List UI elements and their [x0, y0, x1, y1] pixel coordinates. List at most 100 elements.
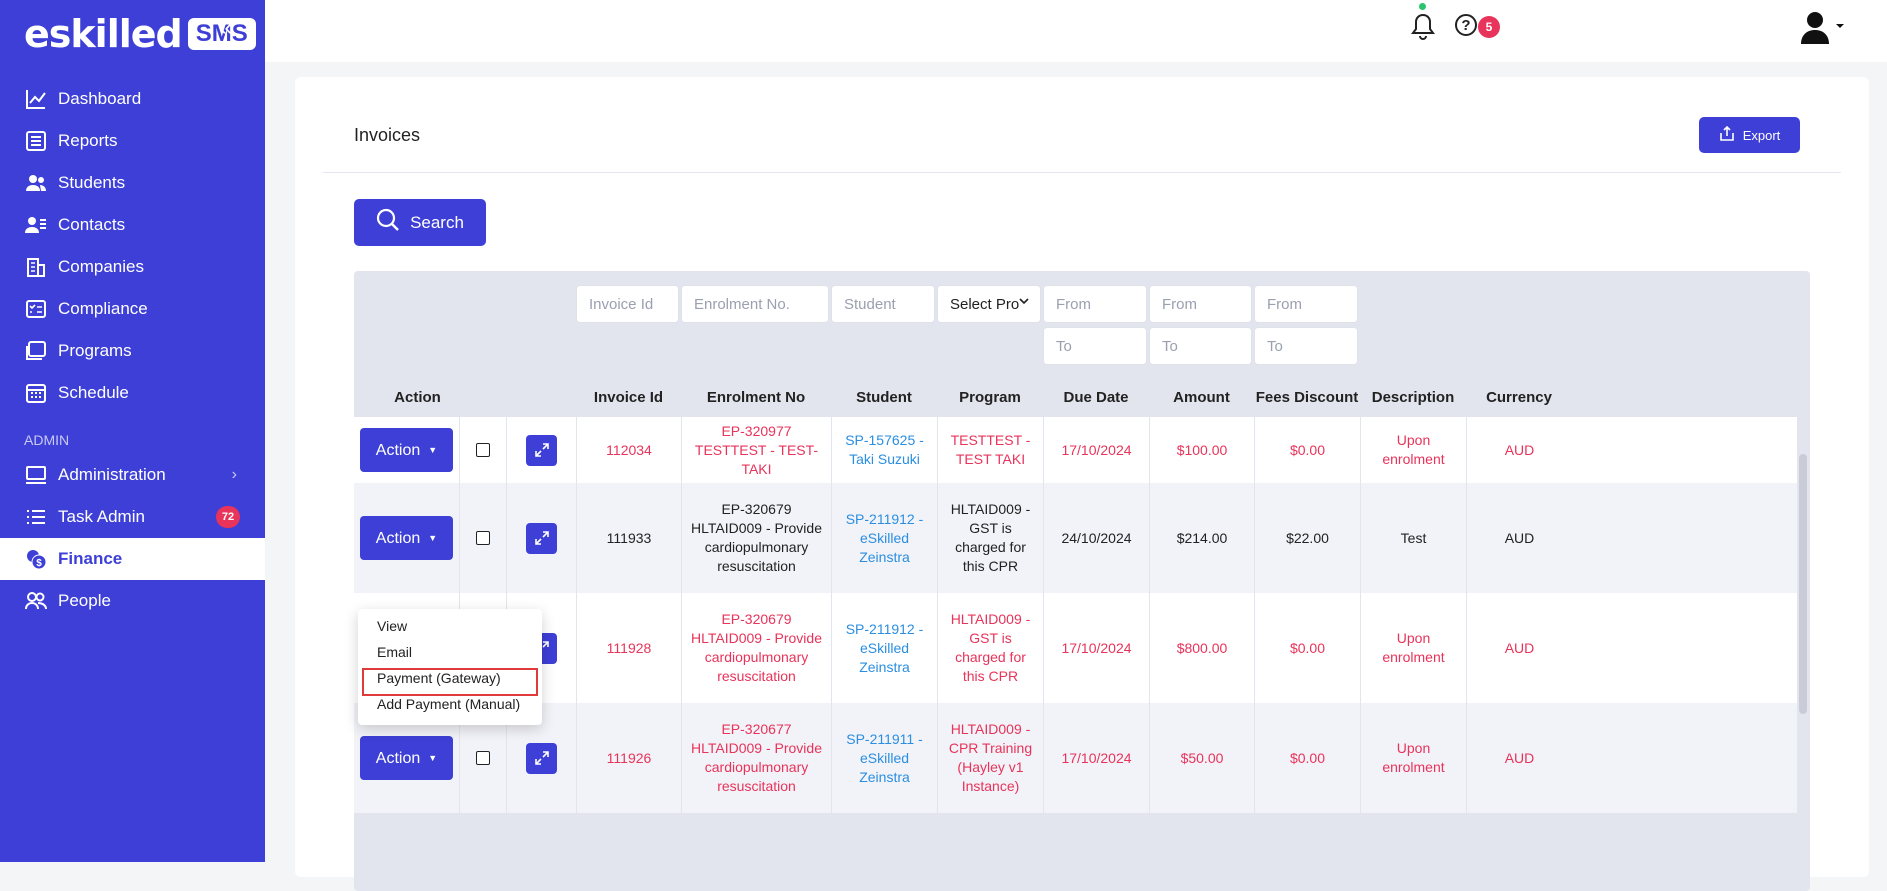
column-header-amount[interactable]: Amount [1149, 389, 1254, 406]
column-header-program[interactable]: Program [937, 389, 1043, 406]
bell-icon[interactable] [1411, 12, 1435, 45]
table-scrollbar[interactable] [1799, 454, 1807, 714]
invoices-card: Invoices Export Search Invoice Id Enrolm… [295, 77, 1869, 891]
column-header-enrolment-no[interactable]: Enrolment No [681, 389, 831, 406]
invoice-id-cell[interactable]: 111933 [576, 483, 681, 593]
program-select[interactable]: Select Pro [937, 285, 1041, 323]
column-header-student[interactable]: Student [831, 389, 937, 406]
sidebar-item-label: Schedule [58, 383, 129, 402]
program-cell: HLTAID009 - GST is charged for this CPR [937, 483, 1043, 593]
sidebar-item-administration[interactable]: Administration › [0, 454, 265, 496]
user-avatar-icon[interactable] [1798, 10, 1844, 49]
search-label: Search [410, 212, 464, 232]
calendar-icon [24, 381, 48, 405]
enrolment-cell[interactable]: EP-320677 HLTAID009 - Provide cardiopulm… [681, 703, 831, 813]
action-button[interactable]: Action ▼ [360, 428, 453, 472]
sidebar-item-companies[interactable]: Companies [0, 246, 265, 288]
action-button[interactable]: Action ▼ [360, 736, 453, 780]
select-cell [459, 483, 506, 593]
enrolment-cell[interactable]: EP-320679 HLTAID009 - Provide cardiopulm… [681, 483, 831, 593]
amount-from-filter[interactable]: From [1149, 285, 1252, 323]
divider [323, 172, 1841, 173]
action-label: Action [375, 529, 421, 547]
due-date-cell: 24/10/2024 [1043, 483, 1149, 593]
search-icon [376, 208, 400, 237]
column-header-currency[interactable]: Currency [1466, 389, 1572, 406]
amount-to-filter[interactable]: To [1149, 327, 1252, 365]
action-button[interactable]: Action ▼ [360, 516, 453, 560]
sidebar-item-label: Dashboard [58, 89, 142, 108]
invoice-id-cell[interactable]: 111926 [576, 703, 681, 813]
expand-icon[interactable] [526, 434, 557, 466]
invoice-id-cell[interactable]: 112034 [576, 417, 681, 483]
currency-cell: AUD [1466, 483, 1572, 593]
fees-discount-cell: $0.00 [1254, 593, 1360, 703]
table-row: Action ▼ 111933 EP-320679 HLTAID009 - Pro… [354, 483, 1797, 593]
people-icon [24, 589, 48, 613]
column-header-fees-discount[interactable]: Fees Discount [1254, 389, 1360, 406]
column-header-invoice-id[interactable]: Invoice Id [576, 389, 681, 406]
table-row: 111928 EP-320679 HLTAID009 - Provide car… [354, 593, 1797, 703]
sidebar-item-label: Contacts [58, 215, 126, 234]
menu-item-view[interactable]: View [377, 618, 407, 634]
amount-cell: $214.00 [1149, 483, 1254, 593]
finance-coins-icon: $ [24, 547, 48, 571]
chevron-down-icon [1018, 294, 1030, 311]
column-header-due-date[interactable]: Due Date [1043, 389, 1149, 406]
menu-item-email[interactable]: Email [377, 644, 412, 660]
due-date-to-filter[interactable]: To [1043, 327, 1147, 365]
fees-discount-from-filter[interactable]: From [1254, 285, 1358, 323]
fees-discount-cell: $0.00 [1254, 703, 1360, 813]
sidebar-item-label: Reports [58, 131, 118, 150]
sidebar-item-schedule[interactable]: Schedule [0, 372, 265, 414]
student-filter[interactable]: Student [831, 285, 935, 323]
contact-card-icon [24, 213, 48, 237]
enrolment-no-filter[interactable]: Enrolment No. [681, 285, 829, 323]
student-cell[interactable]: SP-211912 - eSkilled Zeinstra [831, 483, 937, 593]
collapse-sidebar-icon[interactable]: « [219, 14, 232, 42]
invoice-id-cell[interactable]: 111928 [576, 593, 681, 703]
sidebar-item-reports[interactable]: Reports [0, 120, 265, 162]
program-cell: HLTAID009 - CPR Training (Hayley v1 Inst… [937, 703, 1043, 813]
export-button[interactable]: Export [1699, 117, 1800, 153]
row-checkbox[interactable] [476, 751, 490, 765]
expand-icon[interactable] [526, 522, 557, 554]
sidebar-item-students[interactable]: Students [0, 162, 265, 204]
column-header-action: Action [394, 389, 441, 406]
admin-section-label: ADMIN [24, 432, 70, 448]
student-cell[interactable]: SP-211911 - eSkilled Zeinstra [831, 703, 937, 813]
menu-item-payment-gateway[interactable]: Payment (Gateway) [377, 670, 501, 686]
sidebar-item-finance[interactable]: $ Finance [0, 538, 265, 580]
fees-discount-to-filter[interactable]: To [1254, 327, 1358, 365]
help-icon[interactable]: ? [1455, 14, 1477, 36]
program-select-value: Select Pro [950, 295, 1020, 313]
row-checkbox[interactable] [476, 443, 490, 457]
sidebar-item-compliance[interactable]: Compliance [0, 288, 265, 330]
select-cell [459, 417, 506, 483]
invoice-id-filter[interactable]: Invoice Id [576, 285, 679, 323]
action-dropdown-menu: View Email Payment (Gateway) Add Payment… [358, 609, 542, 725]
enrolment-cell[interactable]: EP-320679 HLTAID009 - Provide cardiopulm… [681, 593, 831, 703]
row-checkbox[interactable] [476, 531, 490, 545]
due-date-from-filter[interactable]: From [1043, 285, 1147, 323]
column-header-description[interactable]: Description [1360, 389, 1466, 406]
users-icon [24, 171, 48, 195]
sidebar-item-task-admin[interactable]: Task Admin 72 [0, 496, 265, 538]
expand-icon[interactable] [526, 742, 557, 774]
student-cell[interactable]: SP-211912 - eSkilled Zeinstra [831, 593, 937, 703]
currency-cell: AUD [1466, 417, 1572, 483]
table-row: Action ▼ 111926 EP-320677 HLTAID009 - Pro… [354, 703, 1797, 813]
student-cell[interactable]: SP-157625 - Taki Suzuki [831, 417, 937, 483]
caret-down-icon: ▼ [428, 532, 438, 543]
menu-item-add-payment-manual[interactable]: Add Payment (Manual) [377, 696, 520, 712]
enrolment-cell[interactable]: EP-320977 TESTTEST - TEST-TAKI [681, 417, 831, 483]
sidebar-item-people[interactable]: People [0, 580, 265, 622]
sidebar-item-contacts[interactable]: Contacts [0, 204, 265, 246]
checklist-icon [24, 297, 48, 321]
sidebar-item-dashboard[interactable]: Dashboard [0, 78, 265, 120]
expand-cell [506, 417, 576, 483]
search-button[interactable]: Search [354, 199, 486, 246]
invoices-table: Invoice Id Enrolment No. Student Select … [354, 271, 1810, 891]
fees-discount-cell: $22.00 [1254, 483, 1360, 593]
sidebar-item-programs[interactable]: Programs [0, 330, 265, 372]
